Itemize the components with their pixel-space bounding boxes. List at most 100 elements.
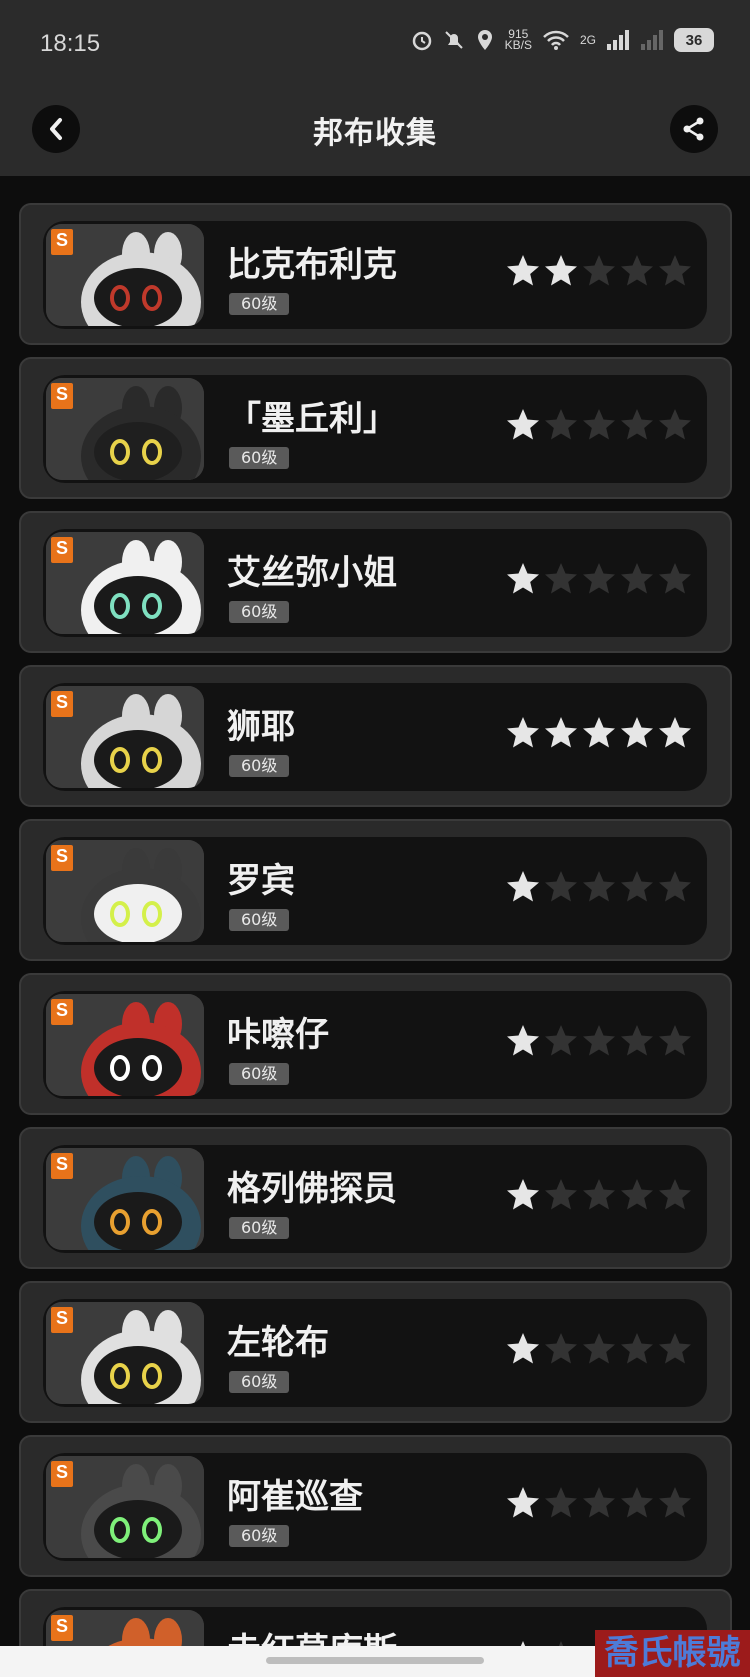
- star-empty-icon: [621, 563, 653, 594]
- bangboo-level: 60级: [229, 755, 290, 777]
- bangboo-card[interactable]: S 阿崔巡查 60级: [19, 1435, 732, 1577]
- bangboo-portrait: S: [46, 840, 204, 942]
- bangboo-name: 比克布利克: [227, 245, 397, 285]
- share-button[interactable]: [670, 105, 718, 153]
- bangboo-card[interactable]: S 狮耶 60级: [19, 665, 732, 807]
- star-rating: [505, 1023, 693, 1059]
- star-rating: [505, 1177, 693, 1213]
- star-empty-icon: [583, 1025, 615, 1056]
- status-time: 18:15: [40, 30, 101, 57]
- bangboo-name: 「墨丘利」: [227, 399, 397, 439]
- star-empty-icon: [545, 409, 577, 440]
- bangboo-name: 咔嚓仔: [227, 1015, 329, 1055]
- bangboo-card[interactable]: S 「墨丘利」 60级: [19, 357, 732, 499]
- star-empty-icon: [621, 409, 653, 440]
- status-icons: 915 KB/S 2G 36: [411, 28, 714, 52]
- star-rating: [505, 561, 693, 597]
- star-empty-icon: [583, 871, 615, 902]
- bangboo-card[interactable]: S 格列佛探员 60级: [19, 1127, 732, 1269]
- star-empty-icon: [659, 1333, 691, 1364]
- bangboo-portrait: S: [46, 1302, 204, 1404]
- wifi-icon: [543, 30, 569, 50]
- bangboo-card-inner: S 格列佛探员 60级: [43, 1145, 707, 1253]
- star-filled-icon: [545, 255, 577, 286]
- bangboo-level: 60级: [229, 293, 290, 315]
- bangboo-level: 60级: [229, 601, 290, 623]
- mute-icon: [444, 31, 463, 49]
- star-empty-icon: [583, 563, 615, 594]
- rank-badge: S: [51, 845, 73, 871]
- bangboo-card[interactable]: S 咔嚓仔 60级: [19, 973, 732, 1115]
- star-empty-icon: [558, 1641, 564, 1646]
- star-filled-icon: [507, 871, 539, 902]
- location-icon: [477, 30, 492, 50]
- bangboo-card[interactable]: S 艾丝弥小姐 60级: [19, 511, 732, 653]
- star-empty-icon: [583, 1179, 615, 1210]
- star-empty-icon: [545, 1487, 577, 1518]
- net-speed: 915 KB/S: [505, 28, 532, 51]
- bangboo-card-inner: S 「墨丘利」 60级: [43, 375, 707, 483]
- bangboo-card[interactable]: S 罗宾 60级: [19, 819, 732, 961]
- rank-badge: S: [51, 383, 73, 409]
- star-filled-icon: [507, 563, 539, 594]
- bangboo-name: 格列佛探员: [227, 1169, 397, 1209]
- star-rating: [505, 869, 693, 905]
- star-filled-icon: [507, 1179, 539, 1210]
- star-empty-icon: [621, 255, 653, 286]
- status-bar: 18:15 915 KB/S 2G 36: [0, 0, 750, 90]
- rank-badge: S: [51, 229, 73, 255]
- star-empty-icon: [545, 563, 577, 594]
- home-indicator[interactable]: [266, 1657, 484, 1664]
- bangboo-card[interactable]: S 比克布利克 60级: [19, 203, 732, 345]
- rank-badge: S: [51, 1461, 73, 1487]
- bangboo-portrait: S: [46, 224, 204, 326]
- star-empty-icon: [621, 871, 653, 902]
- bangboo-name: 阿崔巡查: [227, 1477, 363, 1517]
- star-empty-icon: [583, 1333, 615, 1364]
- star-empty-icon: [621, 1487, 653, 1518]
- watermark: 喬氏帳號: [595, 1630, 750, 1677]
- star-empty-icon: [659, 1179, 691, 1210]
- star-empty-icon: [659, 1025, 691, 1056]
- bangboo-portrait: S: [46, 994, 204, 1096]
- star-filled-icon: [520, 1641, 526, 1646]
- star-empty-icon: [583, 409, 615, 440]
- star-empty-icon: [659, 409, 691, 440]
- alarm-icon: [412, 31, 431, 51]
- star-empty-icon: [659, 871, 691, 902]
- bangboo-card-inner: S 比克布利克 60级: [43, 221, 707, 329]
- rank-badge: S: [51, 1615, 73, 1641]
- bangboo-level: 60级: [229, 447, 290, 469]
- app-header: 邦布收集: [0, 90, 750, 176]
- share-icon: [683, 117, 704, 141]
- battery-icon: 36: [674, 28, 714, 52]
- bangboo-portrait: S: [46, 532, 204, 634]
- bangboo-card-inner: S 狮耶 60级: [43, 683, 707, 791]
- bangboo-level: 60级: [229, 1217, 290, 1239]
- star-rating: [505, 1485, 693, 1521]
- bangboo-name: 左轮布: [227, 1323, 329, 1363]
- star-empty-icon: [621, 1333, 653, 1364]
- bangboo-list[interactable]: S 比克布利克 60级 S 「墨丘利」 60级 S 艾丝弥小姐 60级 S 狮耶 60级 S 罗宾 60级 S…: [0, 176, 750, 1646]
- bangboo-level: 60级: [229, 1525, 290, 1547]
- bangboo-card[interactable]: S 左轮布 60级: [19, 1281, 732, 1423]
- star-rating: [505, 1331, 693, 1367]
- star-empty-icon: [545, 871, 577, 902]
- bangboo-level: 60级: [229, 909, 290, 931]
- bangboo-card-inner: S 左轮布 60级: [43, 1299, 707, 1407]
- star-empty-icon: [583, 255, 615, 286]
- star-empty-icon: [659, 563, 691, 594]
- bangboo-level: 60级: [229, 1063, 290, 1085]
- signal-icon: [607, 30, 629, 50]
- rank-badge: S: [51, 691, 73, 717]
- rank-badge: S: [51, 1307, 73, 1333]
- star-empty-icon: [545, 1179, 577, 1210]
- bangboo-portrait: S: [46, 1610, 204, 1646]
- signal-off-icon: [641, 30, 663, 50]
- star-filled-icon: [659, 717, 691, 748]
- star-filled-icon: [507, 1025, 539, 1056]
- star-filled-icon: [583, 717, 615, 748]
- bangboo-card-inner: S 咔嚓仔 60级: [43, 991, 707, 1099]
- star-rating: [505, 407, 693, 443]
- star-empty-icon: [621, 1179, 653, 1210]
